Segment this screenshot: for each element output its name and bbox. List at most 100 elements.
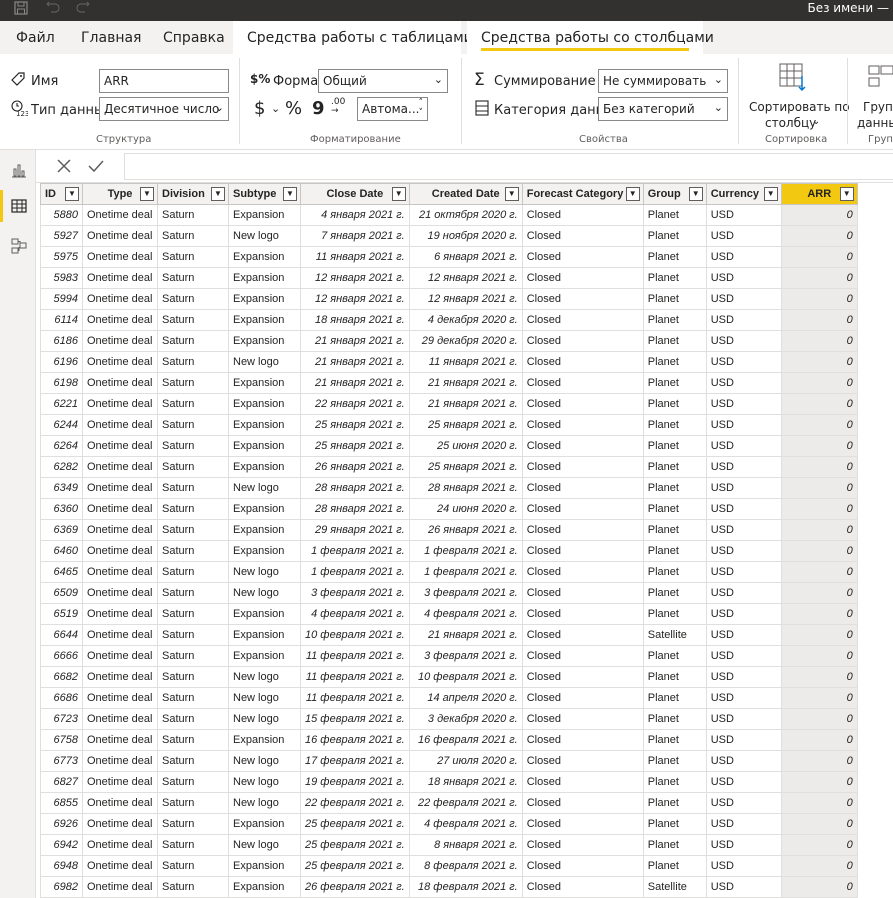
report-view-button[interactable] xyxy=(0,150,36,190)
cell-close-date[interactable]: 16 февраля 2021 г. xyxy=(300,729,410,751)
cell-forecast-category[interactable]: Closed xyxy=(521,309,644,331)
cell-subtype[interactable]: Expansion xyxy=(228,519,301,541)
cell-type[interactable]: Onetime deal xyxy=(82,267,158,289)
cell-subtype[interactable]: New logo xyxy=(228,666,301,688)
commit-formula-button[interactable] xyxy=(84,154,114,178)
column-header-group[interactable]: Group ▼ xyxy=(642,183,707,205)
cell-subtype[interactable]: Expansion xyxy=(228,603,301,625)
decimal-places-stepper[interactable]: Автома... ˄ ˅ xyxy=(357,97,428,121)
cell-group[interactable]: Planet xyxy=(642,204,707,226)
cell-close-date[interactable]: 3 февраля 2021 г. xyxy=(300,582,410,604)
cell-type[interactable]: Onetime deal xyxy=(82,813,158,835)
cell-subtype[interactable]: Expansion xyxy=(228,855,301,877)
cell-type[interactable]: Onetime deal xyxy=(82,834,158,856)
cell-id[interactable]: 6360 xyxy=(40,498,83,520)
cell-close-date[interactable]: 1 февраля 2021 г. xyxy=(300,561,410,583)
cell-arr[interactable]: 0 xyxy=(780,498,858,520)
cell-type[interactable]: Onetime deal xyxy=(82,876,158,898)
cell-id[interactable]: 6682 xyxy=(40,666,83,688)
cell-division[interactable]: Saturn xyxy=(157,771,229,793)
cell-close-date[interactable]: 21 января 2021 г. xyxy=(300,351,410,373)
summarization-select[interactable]: Не суммировать ⌄ xyxy=(598,69,728,93)
cell-type[interactable]: Onetime deal xyxy=(82,540,158,562)
cell-currency[interactable]: USD xyxy=(705,813,782,835)
column-header-subtype[interactable]: Subtype ▼ xyxy=(228,183,301,205)
cell-id[interactable]: 6942 xyxy=(40,834,83,856)
cell-type[interactable]: Onetime deal xyxy=(82,456,158,478)
cell-arr[interactable]: 0 xyxy=(780,561,858,583)
cell-division[interactable]: Saturn xyxy=(157,603,229,625)
cell-id[interactable]: 5975 xyxy=(40,246,83,268)
cell-subtype[interactable]: New logo xyxy=(228,792,301,814)
cell-created-date[interactable]: 27 июля 2020 г. xyxy=(408,750,523,772)
filter-dropdown-icon[interactable]: ▼ xyxy=(65,187,79,201)
cell-currency[interactable]: USD xyxy=(705,246,782,268)
filter-dropdown-icon[interactable]: ▼ xyxy=(283,187,297,201)
cell-subtype[interactable]: Expansion xyxy=(228,498,301,520)
cell-close-date[interactable]: 11 февраля 2021 г. xyxy=(300,645,410,667)
cell-group[interactable]: Planet xyxy=(642,414,707,436)
redo-icon[interactable] xyxy=(76,1,90,19)
cell-currency[interactable]: USD xyxy=(705,855,782,877)
tab-column-tools[interactable]: Средства работы со столбцами xyxy=(467,21,714,54)
cell-currency[interactable]: USD xyxy=(705,561,782,583)
cell-forecast-category[interactable]: Closed xyxy=(521,687,644,709)
column-header-forecast-category[interactable]: Forecast Category ▼ xyxy=(521,183,644,205)
cell-currency[interactable]: USD xyxy=(705,477,782,499)
cell-type[interactable]: Onetime deal xyxy=(82,708,158,730)
cell-created-date[interactable]: 24 июня 2020 г. xyxy=(408,498,523,520)
cell-arr[interactable]: 0 xyxy=(780,330,858,352)
data-view-button[interactable] xyxy=(0,186,36,226)
cell-created-date[interactable]: 6 января 2021 г. xyxy=(408,246,523,268)
cell-created-date[interactable]: 3 февраля 2021 г. xyxy=(408,582,523,604)
cell-subtype[interactable]: New logo xyxy=(228,582,301,604)
cell-group[interactable]: Planet xyxy=(642,393,707,415)
cell-currency[interactable]: USD xyxy=(705,288,782,310)
cancel-formula-button[interactable] xyxy=(52,154,82,178)
cell-forecast-category[interactable]: Closed xyxy=(521,792,644,814)
filter-dropdown-icon[interactable]: ▼ xyxy=(211,187,225,201)
cell-forecast-category[interactable]: Closed xyxy=(521,729,644,751)
cell-arr[interactable]: 0 xyxy=(780,414,858,436)
cell-close-date[interactable]: 11 января 2021 г. xyxy=(300,246,410,268)
cell-id[interactable]: 6196 xyxy=(40,351,83,373)
cell-forecast-category[interactable]: Closed xyxy=(521,582,644,604)
cell-subtype[interactable]: New logo xyxy=(228,351,301,373)
cell-subtype[interactable]: Expansion xyxy=(228,729,301,751)
cell-id[interactable]: 6460 xyxy=(40,540,83,562)
cell-created-date[interactable]: 22 февраля 2021 г. xyxy=(408,792,523,814)
cell-created-date[interactable]: 4 декабря 2020 г. xyxy=(408,309,523,331)
cell-close-date[interactable]: 12 января 2021 г. xyxy=(300,288,410,310)
cell-group[interactable]: Planet xyxy=(642,330,707,352)
cell-id[interactable]: 6114 xyxy=(40,309,83,331)
cell-close-date[interactable]: 26 января 2021 г. xyxy=(300,456,410,478)
cell-id[interactable]: 6509 xyxy=(40,582,83,604)
cell-close-date[interactable]: 12 января 2021 г. xyxy=(300,267,410,289)
cell-type[interactable]: Onetime deal xyxy=(82,246,158,268)
cell-subtype[interactable]: Expansion xyxy=(228,876,301,898)
cell-arr[interactable]: 0 xyxy=(780,666,858,688)
cell-created-date[interactable]: 1 февраля 2021 г. xyxy=(408,540,523,562)
cell-division[interactable]: Saturn xyxy=(157,624,229,646)
cell-group[interactable]: Satellite xyxy=(642,624,707,646)
cell-division[interactable]: Saturn xyxy=(157,330,229,352)
filter-dropdown-icon[interactable]: ▼ xyxy=(140,187,154,201)
cell-close-date[interactable]: 10 февраля 2021 г. xyxy=(300,624,410,646)
cell-currency[interactable]: USD xyxy=(705,204,782,226)
cell-forecast-category[interactable]: Closed xyxy=(521,435,644,457)
cell-division[interactable]: Saturn xyxy=(157,708,229,730)
cell-division[interactable]: Saturn xyxy=(157,876,229,898)
cell-type[interactable]: Onetime deal xyxy=(82,792,158,814)
cell-id[interactable]: 6827 xyxy=(40,771,83,793)
cell-forecast-category[interactable]: Closed xyxy=(521,750,644,772)
cell-created-date[interactable]: 11 января 2021 г. xyxy=(408,351,523,373)
cell-subtype[interactable]: New logo xyxy=(228,477,301,499)
sort-by-column-button[interactable]: Сортировать по столбцу ⌄ xyxy=(744,60,850,130)
cell-group[interactable]: Planet xyxy=(642,372,707,394)
format-select[interactable]: Общий ⌄ xyxy=(318,69,448,93)
cell-division[interactable]: Saturn xyxy=(157,267,229,289)
cell-forecast-category[interactable]: Closed xyxy=(521,288,644,310)
cell-division[interactable]: Saturn xyxy=(157,792,229,814)
cell-created-date[interactable]: 19 ноября 2020 г. xyxy=(408,225,523,247)
cell-type[interactable]: Onetime deal xyxy=(82,372,158,394)
